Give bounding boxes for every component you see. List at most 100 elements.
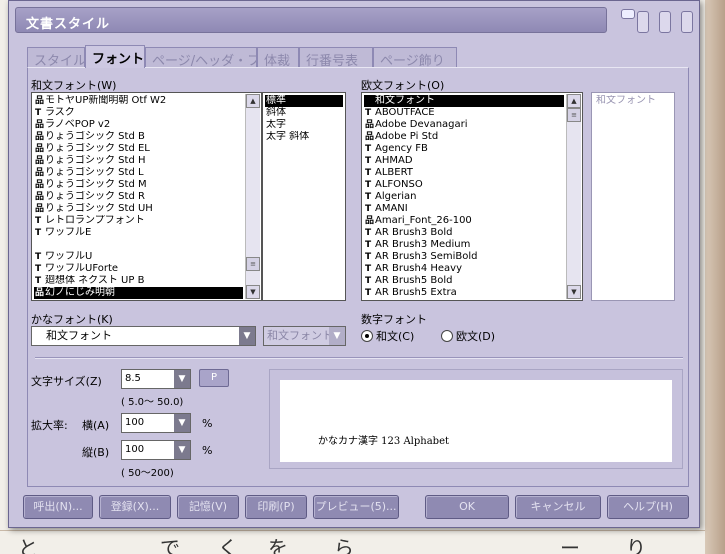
dialog-title: 文書スタイル [26,17,111,32]
truetype-icon: T [365,180,372,190]
register-button[interactable]: 登録(X)... [99,495,171,519]
list-item[interactable]: 品りょうゴシック Std H [34,155,243,167]
list-item[interactable]: T ワッフルUForte [34,263,243,275]
printer-font-icon: 品 [365,120,375,130]
font-name: AMANI [375,203,408,214]
scale-label: 拡大率: [31,419,68,432]
list-item[interactable]: T Agency FB [364,143,564,155]
western-font-scrollbar[interactable]: ▲ ≡ ▼ [566,94,581,299]
tab-page-decoration[interactable]: ページ飾り [373,47,457,67]
list-item[interactable]: 品Adobe Pi Std [364,131,564,143]
list-item[interactable] [34,239,243,251]
list-item[interactable]: T AMANI [364,203,564,215]
document-char: で [160,536,180,554]
document-style-dialog: 文書スタイル スタイル フォント ページ/ヘッダ・フ 体裁 行番号表 ページ飾り… [8,0,700,528]
scroll-thumb[interactable]: ≡ [246,257,260,271]
list-item[interactable]: 品りょうゴシック Std M [34,179,243,191]
list-item[interactable]: T AR Brush3 SemiBold [364,251,564,263]
list-item[interactable]: T ALBERT [364,167,564,179]
kana-style-value: 和文フォント [267,329,333,342]
list-item[interactable]: T ワッフルE [34,227,243,239]
document-char: り [626,536,646,554]
list-item[interactable]: T AR Brush3 Medium [364,239,564,251]
font-name: ラスク [45,107,75,118]
list-item[interactable]: 品幻ノにじみ明朝 [34,287,243,299]
western-style-list[interactable]: 和文フォント [591,92,675,301]
list-item[interactable]: T ワッフルU [34,251,243,263]
pin-icon[interactable] [621,9,635,19]
tab-line-number[interactable]: 行番号表 [299,47,373,67]
list-item[interactable]: 標準 [265,95,343,107]
document-char: ー [560,536,580,554]
japanese-font-list[interactable]: 品モトヤUP新聞明朝 Otf W2 T ラスク 品ラノベPOP v2 品りょうゴシック … [31,92,262,301]
scroll-up-icon[interactable]: ▲ [246,94,260,108]
number-font-western-radio[interactable]: 欧文(D) [441,328,495,344]
tab-layout[interactable]: 体裁 [257,47,299,67]
list-item[interactable]: 品りょうゴシック Std B [34,131,243,143]
style-items: 標準 斜体 太字 太字 斜体 [265,95,343,143]
list-item[interactable]: T AR Brush5 Extra [364,287,564,299]
chevron-down-icon[interactable]: ▼ [174,414,190,432]
maximize-button[interactable] [659,11,671,33]
list-item[interactable]: T ラスク [34,107,243,119]
list-item[interactable]: 品りょうゴシック Std L [34,167,243,179]
style-list[interactable]: 標準 斜体 太字 太字 斜体 [262,92,346,301]
font-size-input[interactable]: 8.5 ▼ [121,369,191,389]
list-item[interactable]: T AR Brush3 Bold [364,227,564,239]
memory-button[interactable]: 記憶(V) [177,495,239,519]
list-item[interactable]: T Algerian [364,191,564,203]
scroll-thumb[interactable]: ≡ [567,108,581,122]
tab-page-header[interactable]: ページ/ヘッダ・フ [145,47,257,67]
preview-button[interactable]: プレビュー(5)... [313,495,399,519]
ok-button[interactable]: OK [425,495,509,519]
scroll-down-icon[interactable]: ▼ [567,285,581,299]
close-button[interactable] [681,11,693,33]
tab-font[interactable]: フォント [85,45,145,68]
list-item[interactable]: 太字 [265,119,343,131]
chevron-down-icon[interactable]: ▼ [174,370,190,388]
font-name: りょうゴシック Std UH [45,203,153,214]
help-button[interactable]: ヘルプ(H) [607,495,689,519]
list-item[interactable]: 斜体 [265,107,343,119]
list-item[interactable]: T AR Brush5 Bold [364,275,564,287]
truetype-icon: T [365,168,372,178]
kana-font-label: かなフォント(K) [31,313,113,326]
japanese-font-scrollbar[interactable]: ▲ ≡ ▼ [245,94,260,299]
document-rule [0,530,725,531]
list-item[interactable]: T AR Brush4 Heavy [364,263,564,275]
point-button[interactable]: P [199,369,229,387]
cancel-button[interactable]: キャンセル [515,495,601,519]
minimize-button[interactable] [637,11,649,33]
scale-vertical-input[interactable]: 100 ▼ [121,440,191,460]
scroll-up-icon[interactable]: ▲ [567,94,581,108]
list-item[interactable]: 和文フォント [364,95,564,107]
list-item[interactable]: T 廻想体 ネクスト UP B [34,275,243,287]
dialog-titlebar[interactable]: 文書スタイル [15,7,607,33]
list-item[interactable]: 品Adobe Devanagari [364,119,564,131]
print-button[interactable]: 印刷(P) [245,495,307,519]
list-item[interactable]: T ALFONSO [364,179,564,191]
list-item[interactable]: 太字 斜体 [265,131,343,143]
list-item[interactable]: T ABOUTFACE [364,107,564,119]
font-name: AR Brush3 Bold [375,227,453,238]
list-item[interactable]: 品Amari_Font_26-100 [364,215,564,227]
list-item[interactable]: 品りょうゴシック Std R [34,191,243,203]
western-font-list[interactable]: 和文フォント T ABOUTFACE 品Adobe Devanagari 品Adobe … [361,92,583,301]
list-item[interactable]: 品りょうゴシック Std UH [34,203,243,215]
chevron-down-icon[interactable]: ▼ [239,327,255,345]
chevron-down-icon[interactable]: ▼ [174,441,190,459]
number-font-japanese-radio[interactable]: 和文(C) [361,328,414,344]
scroll-down-icon[interactable]: ▼ [246,285,260,299]
tab-style[interactable]: スタイル [27,47,85,67]
list-item[interactable]: 品ラノベPOP v2 [34,119,243,131]
scale-horizontal-input[interactable]: 100 ▼ [121,413,191,433]
font-name: ALFONSO [375,179,423,190]
recall-button[interactable]: 呼出(N)... [23,495,93,519]
list-item[interactable]: T AHMAD [364,155,564,167]
list-item[interactable]: 品モトヤUP新聞明朝 Otf W2 [34,95,243,107]
kana-font-select[interactable]: 和文フォント ▼ [31,326,256,346]
font-name: ワッフルE [45,227,92,238]
printer-font-icon: 品 [35,120,45,130]
list-item[interactable]: 品りょうゴシック Std EL [34,143,243,155]
list-item[interactable]: T レトロランプフォント [34,215,243,227]
